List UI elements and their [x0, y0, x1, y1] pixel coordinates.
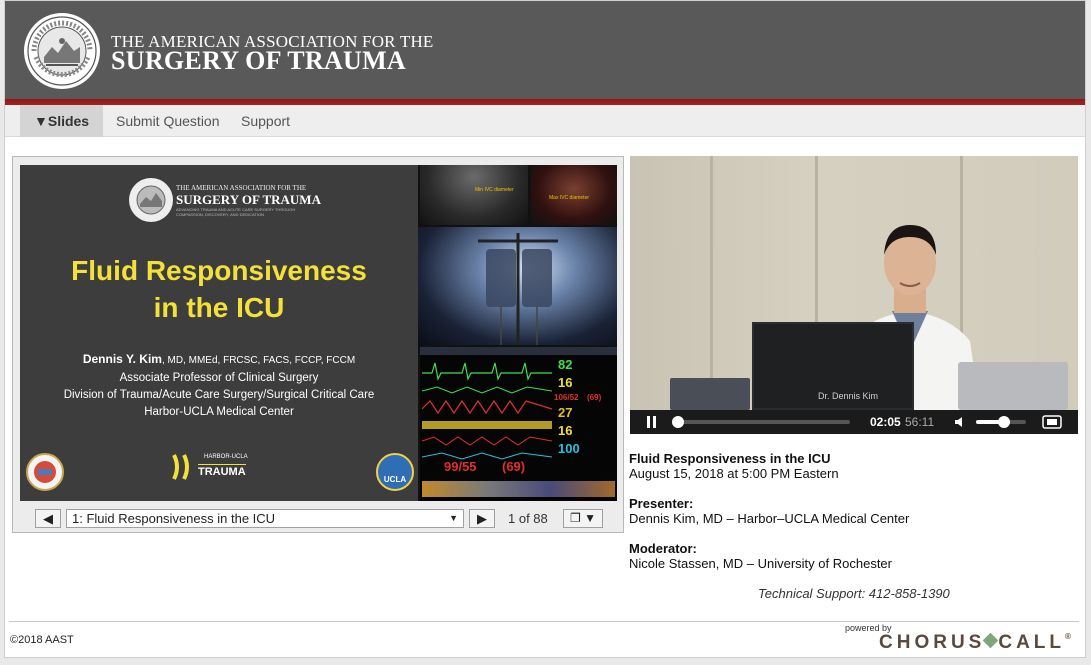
tab-support[interactable]: Support: [227, 105, 304, 137]
harbor-ucla-small-label: HARBOR-UCLA: [204, 454, 248, 460]
view-options-button[interactable]: ❐ ▼: [563, 509, 603, 528]
slides-panel: THE AMERICAN ASSOCIATION FOR THE SURGERY…: [12, 156, 624, 533]
registered-mark: ®: [1065, 632, 1071, 641]
slide-collage: Min IVC diameter Max IVC diameter 82 16 …: [418, 165, 617, 501]
us-min-label: Min IVC diameter: [475, 187, 514, 193]
slide-select[interactable]: 1: Fluid Responsiveness in the ICU ▼: [66, 509, 464, 528]
laptop-right: [958, 362, 1068, 410]
ultrasound-min-image: Min IVC diameter: [420, 165, 528, 225]
presenter-value: Dennis Kim, MD – Harbor–UCLA Medical Cen…: [629, 511, 910, 526]
aast-seal-icon: [24, 13, 100, 89]
slide-line3: Harbor-UCLA Medical Center: [144, 406, 294, 418]
monitor-map: (69): [587, 393, 602, 402]
ultrasound-max-image: Max IVC diameter: [531, 165, 617, 225]
iv-bags-photo: [418, 227, 617, 345]
chorus-word: CHORUS: [879, 632, 986, 653]
chair-back: [670, 378, 750, 410]
laptop-foreground: Dr. Dennis Kim: [752, 322, 914, 410]
trauma-logo-text: TRAUMA: [198, 464, 246, 478]
volume-slider-track[interactable]: [976, 416, 1026, 428]
patient-monitor-image: 82 16 106/52 (69) 27 16 100 99/55 (69): [420, 347, 617, 501]
org-name-line2: SURGERY OF TRAUMA: [111, 46, 407, 75]
video-progress-handle[interactable]: [671, 416, 684, 428]
tab-submit-question[interactable]: Submit Question: [102, 105, 234, 137]
slide-presenter-name: Dennis Y. Kim: [82, 352, 162, 366]
monitor-cvp: 27: [558, 405, 573, 420]
monitor-rr: 16: [558, 375, 573, 390]
monitor-nibp-mean: (69): [502, 459, 526, 474]
monitor-spo2: 100: [558, 441, 580, 456]
diamond-icon: [983, 632, 999, 649]
slide-page-info: 1 of 88: [508, 511, 548, 526]
tab-slides[interactable]: ▼Slides: [20, 105, 104, 137]
technical-support: Technical Support: 412-858-1390: [758, 586, 950, 601]
volume-icon[interactable]: [954, 416, 968, 428]
volume-slider-handle[interactable]: [997, 416, 1010, 428]
video-duration: 56:11: [905, 415, 935, 429]
iv-bags-illustration: [478, 233, 558, 345]
chorus-call-logo: CHORUS CALL®: [879, 632, 1071, 654]
video-current-time: 02:05: [870, 415, 901, 429]
monitor-bottom-keys: [422, 481, 615, 497]
slide-org-tagline2: COMPASSION, DISCOVERY, AND DEDICATION: [176, 212, 264, 217]
video-player[interactable]: Dr. Dennis Kim 02:05 56:11: [630, 156, 1078, 434]
call-word: CALL: [998, 632, 1065, 653]
next-slide-button[interactable]: ▶: [469, 509, 495, 528]
slide-aast-seal-icon: [129, 178, 173, 222]
monitor-abp: 106/52: [554, 393, 579, 402]
moderator-value: Nicole Stassen, MD – University of Roche…: [629, 556, 892, 571]
monitor-hr: 82: [558, 357, 573, 372]
moderator-label: Moderator:: [629, 541, 697, 556]
slide-title-line2: in the ICU: [153, 292, 285, 323]
slide-image: THE AMERICAN ASSOCIATION FOR THE SURGERY…: [20, 165, 617, 501]
event-datetime: August 15, 2018 at 5:00 PM Eastern: [629, 466, 839, 481]
slide-org-line1: THE AMERICAN ASSOCIATION FOR THE: [176, 184, 307, 192]
pause-icon[interactable]: [646, 416, 658, 428]
presenter-label: Presenter:: [629, 496, 694, 511]
monitor-top-bar: [420, 347, 617, 355]
chevron-down-icon: ▼: [449, 513, 458, 523]
ucla-badge-icon: UCLA: [376, 453, 414, 491]
prev-slide-button[interactable]: ◀: [35, 509, 61, 528]
copyright: ©2018 AAST: [10, 634, 74, 646]
site-header: THE AMERICAN ASSOCIATION FOR THE SURGERY…: [5, 1, 1085, 99]
video-control-bar: 02:05 56:11: [630, 410, 1078, 434]
slide-presenter-credentials: , MD, MMEd, FRCSC, FACS, FCCP, FCCM: [161, 355, 356, 366]
us-max-label: Max IVC diameter: [549, 195, 590, 201]
slide-presenter: Dennis Y. Kim, MD, MMEd, FRCSC, FACS, FC…: [20, 352, 418, 366]
app-frame: THE AMERICAN ASSOCIATION FOR THE SURGERY…: [4, 0, 1086, 658]
presenter-nameplate: Dr. Dennis Kim: [818, 391, 879, 401]
event-title: Fluid Responsiveness in the ICU: [629, 451, 831, 466]
nav-bar: ▼Slides Submit Question Support: [5, 105, 1085, 137]
monitor-waveforms: [422, 362, 552, 460]
monitor-resp: 16: [558, 423, 573, 438]
ucla-badge-label: UCLA: [383, 475, 407, 484]
wall-seam: [710, 156, 713, 410]
slide-line1: Associate Professor of Clinical Surgery: [119, 372, 319, 384]
footer-divider: [9, 621, 1079, 622]
harbor-ucla-trauma-mark-icon: [170, 453, 200, 481]
slide-org-line2: SURGERY OF TRAUMA: [176, 192, 321, 207]
video-progress-track[interactable]: [671, 416, 850, 428]
slide-line2: Division of Trauma/Acute Care Surgery/Su…: [63, 389, 375, 401]
slide-select-value: 1: Fluid Responsiveness in the ICU: [72, 511, 276, 526]
slide-title-line1: Fluid Responsiveness: [71, 255, 367, 286]
fullscreen-icon[interactable]: [1042, 415, 1062, 429]
monitor-nibp: 99/55: [444, 459, 477, 474]
county-seal-icon: [26, 453, 64, 491]
